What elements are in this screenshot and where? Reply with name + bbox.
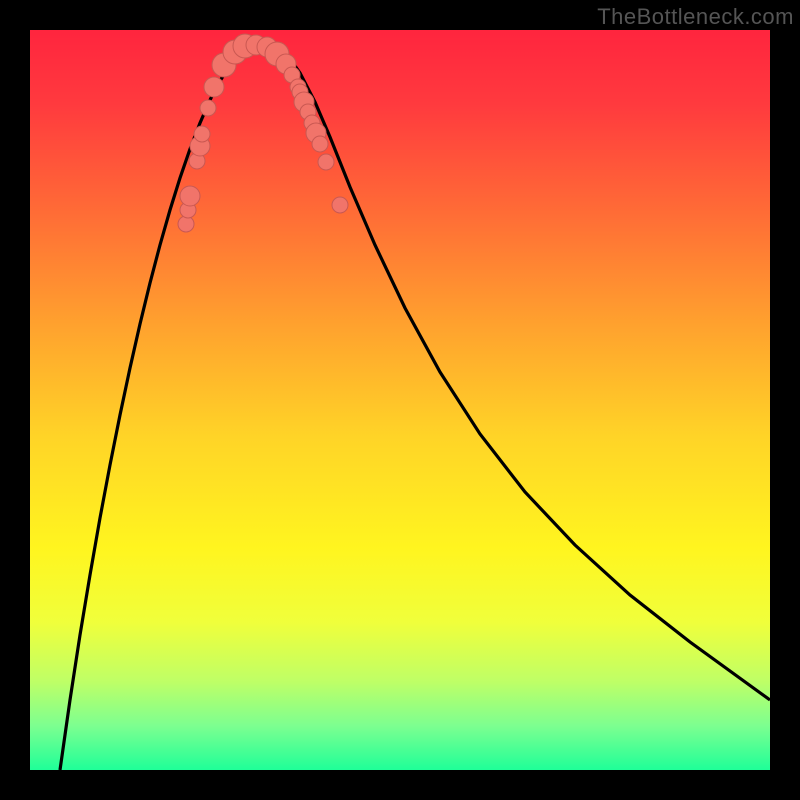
plot-area (30, 30, 770, 770)
curve-markers (178, 34, 348, 232)
curve-marker (180, 186, 200, 206)
chart-frame: TheBottleneck.com (0, 0, 800, 800)
curve-layer (30, 30, 770, 770)
curve-marker (332, 197, 348, 213)
curve-marker (200, 100, 216, 116)
curve-marker (178, 216, 194, 232)
curve-marker (318, 154, 334, 170)
curve-marker (312, 136, 328, 152)
watermark: TheBottleneck.com (597, 4, 794, 30)
curve-marker (204, 77, 224, 97)
bottleneck-curve (60, 45, 770, 770)
curve-marker (194, 126, 210, 142)
